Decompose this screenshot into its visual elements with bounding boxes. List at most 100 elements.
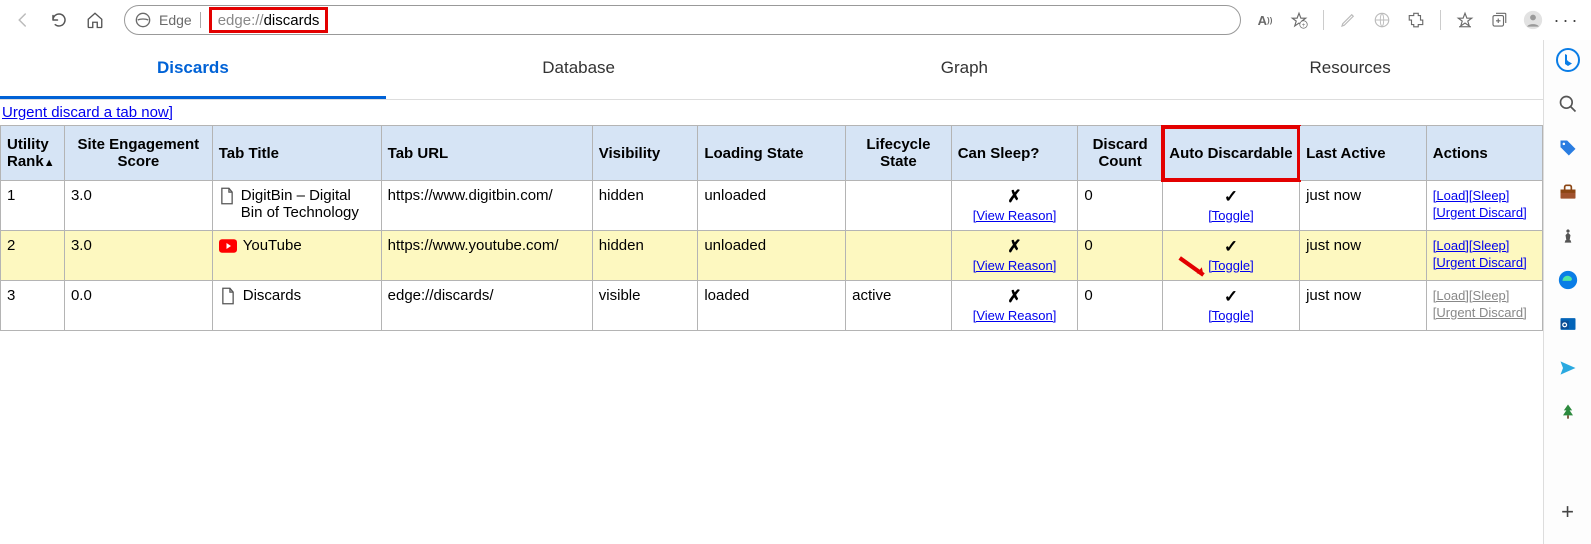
- back-button[interactable]: [8, 5, 38, 35]
- page-tabs: Discards Database Graph Resources: [0, 40, 1543, 100]
- load-action[interactable]: [Load]: [1433, 288, 1469, 303]
- cell-last-active: just now: [1300, 281, 1427, 331]
- tab-graph[interactable]: Graph: [772, 40, 1158, 99]
- tag-icon[interactable]: [1556, 136, 1580, 160]
- view-reason-link[interactable]: [View Reason]: [973, 308, 1057, 323]
- header-lifecycle-state[interactable]: Lifecycle State: [846, 126, 952, 181]
- toggle-link[interactable]: [Toggle]: [1208, 208, 1254, 223]
- favorites-icon[interactable]: [1455, 10, 1475, 30]
- search-icon[interactable]: [1556, 92, 1580, 116]
- header-tab-title[interactable]: Tab Title: [212, 126, 381, 181]
- toolbar-separator: [1323, 10, 1324, 30]
- browser-toolbar: Edge edge://discards A)) + ···: [0, 0, 1591, 40]
- favorite-add-icon[interactable]: +: [1289, 10, 1309, 30]
- cell-can-sleep: ✗[View Reason]: [951, 231, 1078, 281]
- cell-score: 3.0: [64, 181, 212, 231]
- svg-text:+: +: [1302, 23, 1306, 29]
- table-row: 23.0YouTubehttps://www.youtube.com/hidde…: [1, 231, 1543, 281]
- url-highlight-box: edge://discards: [209, 7, 329, 33]
- header-actions[interactable]: Actions: [1426, 126, 1542, 181]
- urgent-discard-action[interactable]: [Urgent Discard]: [1433, 205, 1527, 220]
- cell-lifecycle: [846, 231, 952, 281]
- toggle-link[interactable]: [Toggle]: [1208, 258, 1254, 273]
- header-last-active[interactable]: Last Active: [1300, 126, 1427, 181]
- toolbox-icon[interactable]: [1556, 180, 1580, 204]
- header-discard-count[interactable]: Discard Count: [1078, 126, 1162, 181]
- tab-resources[interactable]: Resources: [1157, 40, 1543, 99]
- profile-icon[interactable]: [1523, 10, 1543, 30]
- sleep-action[interactable]: [Sleep]: [1469, 238, 1509, 253]
- bing-icon[interactable]: [1556, 48, 1580, 72]
- cell-loading: unloaded: [698, 231, 846, 281]
- urgent-discard-link[interactable]: Urgent discard a tab now]: [0, 100, 175, 125]
- header-visibility[interactable]: Visibility: [592, 126, 698, 181]
- globe-icon[interactable]: [1372, 10, 1392, 30]
- cell-auto-discardable: ✓[Toggle]: [1162, 231, 1299, 281]
- cell-actions: [Load][Sleep] [Urgent Discard]: [1426, 231, 1542, 281]
- cell-discard-count: 0: [1078, 231, 1162, 281]
- edge-side-icon[interactable]: [1556, 268, 1580, 292]
- view-reason-link[interactable]: [View Reason]: [973, 208, 1057, 223]
- chess-icon[interactable]: [1556, 224, 1580, 248]
- collections-icon[interactable]: [1489, 10, 1509, 30]
- cell-lifecycle: active: [846, 281, 952, 331]
- cell-title: Discards: [212, 281, 381, 331]
- send-icon[interactable]: [1556, 356, 1580, 380]
- address-divider: [200, 12, 201, 28]
- file-icon: [219, 287, 237, 305]
- address-engine-label: Edge: [159, 12, 192, 28]
- header-auto-discardable[interactable]: Auto Discardable: [1162, 126, 1299, 181]
- cell-loading: loaded: [698, 281, 846, 331]
- edge-logo-icon: [135, 12, 151, 28]
- cell-url: edge://discards/: [381, 281, 592, 331]
- load-action[interactable]: [Load]: [1433, 238, 1469, 253]
- header-site-engagement[interactable]: Site Engagement Score: [64, 126, 212, 181]
- header-can-sleep[interactable]: Can Sleep?: [951, 126, 1078, 181]
- extensions-icon[interactable]: [1406, 10, 1426, 30]
- cell-visibility: visible: [592, 281, 698, 331]
- table-row: 30.0Discardsedge://discards/visibleloade…: [1, 281, 1543, 331]
- cell-rank: 3: [1, 281, 65, 331]
- cell-rank: 2: [1, 231, 65, 281]
- read-aloud-icon[interactable]: A)): [1255, 10, 1275, 30]
- cell-url: https://www.youtube.com/: [381, 231, 592, 281]
- cell-visibility: hidden: [592, 181, 698, 231]
- cell-auto-discardable: ✓[Toggle]: [1162, 181, 1299, 231]
- pen-icon[interactable]: [1338, 10, 1358, 30]
- tree-icon[interactable]: [1556, 400, 1580, 424]
- sort-asc-icon: ▲: [44, 157, 55, 169]
- address-bar[interactable]: Edge edge://discards: [124, 5, 1241, 35]
- header-loading-state[interactable]: Loading State: [698, 126, 846, 181]
- more-menu-icon[interactable]: ···: [1557, 10, 1577, 30]
- right-sidebar: +: [1543, 40, 1591, 544]
- cell-title: YouTube: [212, 231, 381, 281]
- tab-discards[interactable]: Discards: [0, 40, 386, 99]
- cell-last-active: just now: [1300, 181, 1427, 231]
- header-utility-rank[interactable]: Utility Rank▲: [1, 126, 65, 181]
- cell-last-active: just now: [1300, 231, 1427, 281]
- toggle-link[interactable]: [Toggle]: [1208, 308, 1254, 323]
- cell-url: https://www.digitbin.com/: [381, 181, 592, 231]
- file-icon: [219, 187, 235, 205]
- main-content: Discards Database Graph Resources Urgent…: [0, 40, 1543, 544]
- cell-auto-discardable: ✓[Toggle]: [1162, 281, 1299, 331]
- home-button[interactable]: [80, 5, 110, 35]
- sleep-action[interactable]: [Sleep]: [1469, 288, 1509, 303]
- cell-can-sleep: ✗[View Reason]: [951, 181, 1078, 231]
- url-path: discards: [264, 12, 320, 29]
- header-tab-url[interactable]: Tab URL: [381, 126, 592, 181]
- load-action[interactable]: [Load]: [1433, 188, 1469, 203]
- outlook-icon[interactable]: [1556, 312, 1580, 336]
- cell-discard-count: 0: [1078, 281, 1162, 331]
- cell-title: DigitBin – Digital Bin of Technology: [212, 181, 381, 231]
- toolbar-separator: [1440, 10, 1441, 30]
- table-row: 13.0DigitBin – Digital Bin of Technology…: [1, 181, 1543, 231]
- sleep-action[interactable]: [Sleep]: [1469, 188, 1509, 203]
- view-reason-link[interactable]: [View Reason]: [973, 258, 1057, 273]
- urgent-discard-action[interactable]: [Urgent Discard]: [1433, 305, 1527, 320]
- urgent-discard-action[interactable]: [Urgent Discard]: [1433, 255, 1527, 270]
- tab-database[interactable]: Database: [386, 40, 772, 99]
- add-sidebar-icon[interactable]: +: [1556, 500, 1580, 524]
- refresh-button[interactable]: [44, 5, 74, 35]
- toolbar-right: A)) + ···: [1255, 10, 1583, 30]
